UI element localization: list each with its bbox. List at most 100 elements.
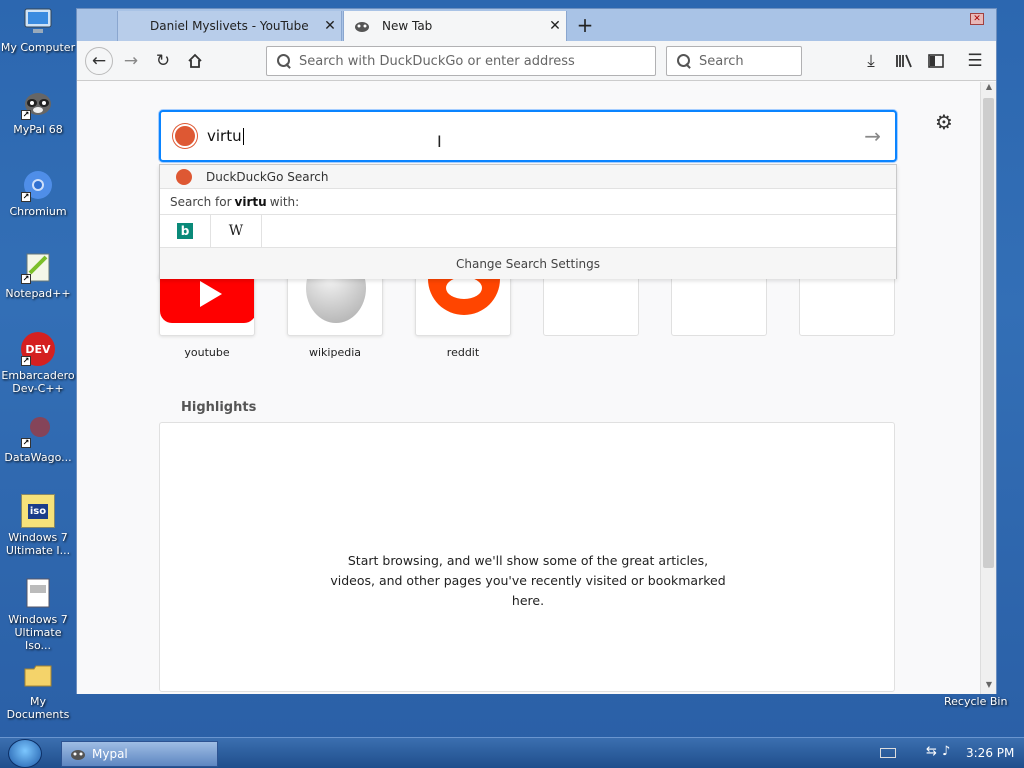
desktop-icon-label: Windows 7 Ultimate I... [5,531,71,557]
change-search-settings-button[interactable]: Change Search Settings [160,248,896,279]
folder-icon [21,658,55,692]
suggestion-duckduckgo[interactable]: DuckDuckGo Search [160,165,896,189]
top-site-label: youtube [184,346,230,359]
home-icon [188,53,202,68]
shortcut-arrow-icon: ↗ [21,438,31,448]
browser-window: Daniel Myslivets - YouTube ✕ New Tab ✕ +… [76,8,997,694]
keyboard-icon[interactable] [880,748,896,758]
shortcut-arrow-icon: ↗ [21,274,31,284]
top-site-wikipedia[interactable] [287,272,383,336]
search-placeholder: Search [699,53,744,69]
scroll-thumb[interactable] [983,98,994,568]
start-button[interactable] [8,739,42,768]
network-icon[interactable]: ⇆ [926,744,937,759]
desktop-icon-win7-iso2[interactable]: Windows 7 Ultimate Iso... [0,576,76,652]
url-bar[interactable]: Search with DuckDuckGo or enter address [266,46,656,76]
raccoon-icon [355,22,369,32]
gear-icon[interactable]: ⚙ [935,110,953,134]
desktop-icon-notepadpp[interactable]: ↗ Notepad++ [0,250,76,300]
tab-strip: Daniel Myslivets - YouTube ✕ New Tab ✕ +… [77,9,996,41]
back-button[interactable]: ← [85,47,113,75]
url-placeholder: Search with DuckDuckGo or enter address [299,53,575,69]
engine-wikipedia-button[interactable]: W [211,214,262,248]
tab-title: New Tab [382,19,433,33]
top-site-label: reddit [446,346,480,359]
downloads-button[interactable]: ⤓ [857,47,885,75]
arrow-left-icon: ← [91,51,107,71]
new-tab-page: ⚙ virtu I → DuckDuckGo Search Search for… [77,82,982,694]
home-button[interactable] [181,47,209,75]
search-icon [677,54,691,68]
search-bar[interactable]: Search [666,46,802,76]
search-icon [277,54,291,68]
scroll-down-icon[interactable]: ▼ [981,680,997,694]
reload-button[interactable]: ↻ [149,47,177,75]
scroll-up-icon[interactable]: ▲ [981,82,997,96]
clock[interactable]: 3:26 PM [966,746,1014,760]
newtab-search-input[interactable]: virtu I → [159,110,897,162]
tab-new-tab[interactable]: New Tab ✕ [343,11,567,41]
recycle-bin-label[interactable]: Recycle Bin [944,695,1007,708]
desktop-icon-label: Notepad++ [5,287,71,300]
library-button[interactable] [890,47,918,75]
youtube-icon [160,273,254,323]
desktop-icon-devcpp[interactable]: DEV ↗ Embarcadero Dev-C++ [0,332,76,395]
top-site-empty[interactable] [543,272,639,336]
taskbar: Mypal ⇆ ♪ 3:26 PM [0,737,1024,768]
iso-file-icon: iso [21,494,55,528]
highlights-heading: Highlights [181,400,257,415]
desktop-icon-chromium[interactable]: ↗ Chromium [0,168,76,218]
wikipedia-globe-icon [306,273,366,323]
taskbar-item-label: Mypal [92,747,128,761]
desktop-icon-my-computer[interactable]: My Computer [0,4,76,54]
desktop-icon-my-documents[interactable]: My Documents [0,658,76,721]
engine-bing-button[interactable]: b [160,214,211,248]
wikipedia-icon: W [228,223,244,239]
duckduckgo-icon [176,168,192,185]
top-site-reddit[interactable] [415,272,511,336]
desktop-icon-label: Windows 7 Ultimate Iso... [8,613,68,652]
ibeam-cursor-icon: I [437,132,442,151]
highlights-section: Start browsing, and we'll show some of t… [159,422,895,692]
datawago-icon: ↗ [21,414,55,448]
top-site-empty[interactable] [671,272,767,336]
highlights-empty-message: Start browsing, and we'll show some of t… [330,553,726,608]
forward-button[interactable]: → [117,47,145,75]
close-icon[interactable]: ✕ [319,18,341,34]
search-value: virtu [207,127,242,145]
vertical-scrollbar[interactable]: ▲ ▼ [980,82,996,694]
desktop-icon-mypal[interactable]: ↗ MyPal 68 [0,86,76,136]
desktop-icon-label: My Computer [0,41,76,54]
raccoon-icon: ↗ [21,86,55,120]
tab-youtube[interactable]: Daniel Myslivets - YouTube ✕ [117,11,342,41]
desktop-icon-label: Chromium [9,205,67,218]
hamburger-icon: ☰ [967,51,983,71]
document-icon [21,576,55,610]
text-caret [242,127,244,145]
library-icon [896,54,912,68]
desktop-icon-label: DataWago... [4,451,72,464]
window-close-button[interactable]: ✕ [970,13,984,25]
arrow-right-icon[interactable]: → [864,124,881,148]
menu-button[interactable]: ☰ [961,47,989,75]
top-site-empty[interactable] [799,272,895,336]
nav-toolbar: ← → ↻ Search with DuckDuckGo or enter ad… [77,41,996,81]
new-tab-button[interactable]: + [573,13,597,37]
computer-icon [21,4,55,38]
desktop-icon-label: My Documents [6,695,70,721]
notepad-icon: ↗ [21,250,55,284]
close-icon[interactable]: ✕ [544,18,566,34]
sidebar-icon [928,54,944,68]
sidebar-button[interactable] [922,47,950,75]
download-icon: ⤓ [867,51,875,71]
top-site-label: wikipedia [308,346,361,359]
top-site-youtube[interactable] [159,272,255,336]
volume-icon[interactable]: ♪ [942,744,950,759]
one-off-engines: b W [160,214,896,248]
shortcut-arrow-icon: ↗ [21,110,31,120]
desktop-icon-label: Embarcadero Dev-C++ [1,369,75,395]
taskbar-item-mypal[interactable]: Mypal [61,741,218,767]
desktop-icon-win7-iso1[interactable]: iso Windows 7 Ultimate I... [0,494,76,557]
reload-icon: ↻ [155,51,171,71]
desktop-icon-datawago[interactable]: ↗ DataWago... [0,414,76,464]
